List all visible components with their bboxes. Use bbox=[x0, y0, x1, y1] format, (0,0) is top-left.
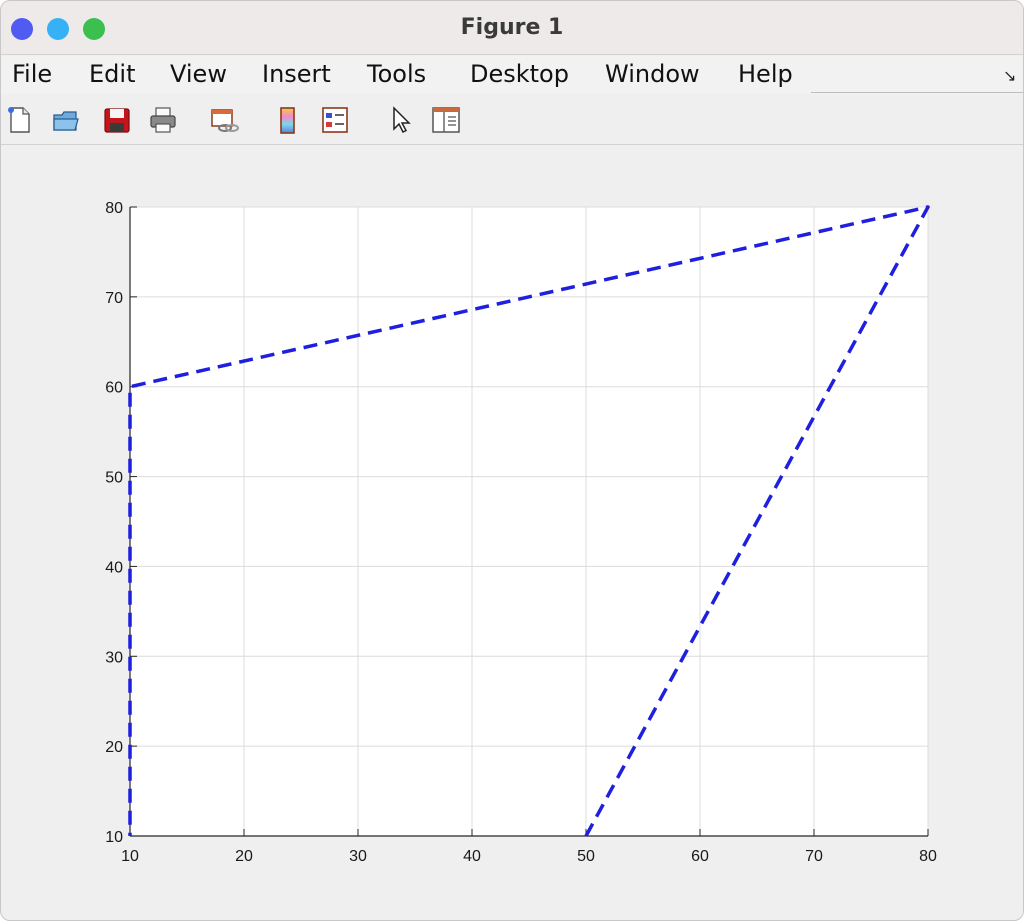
menu-view[interactable]: View bbox=[170, 60, 227, 88]
pointer-icon[interactable] bbox=[386, 105, 416, 135]
x-tick-labels: 10 20 30 40 50 60 70 80 bbox=[121, 848, 937, 865]
menu-tools[interactable]: Tools bbox=[367, 60, 426, 88]
open-file-icon[interactable] bbox=[51, 105, 81, 135]
y-tick-label: 30 bbox=[105, 649, 123, 666]
menu-bar: File Edit View Insert Tools Desktop Wind… bbox=[1, 56, 1023, 94]
y-tick-label: 50 bbox=[105, 470, 123, 487]
colorbar-icon[interactable] bbox=[273, 105, 303, 135]
x-tick-label: 70 bbox=[805, 848, 823, 865]
line-chart[interactable]: 10 20 30 40 50 60 70 80 10 20 30 40 50 60 70 80 bbox=[1, 146, 1024, 921]
menu-insert[interactable]: Insert bbox=[262, 60, 331, 88]
x-tick-label: 10 bbox=[121, 848, 139, 865]
x-tick-label: 20 bbox=[235, 848, 253, 865]
menu-file[interactable]: File bbox=[12, 60, 52, 88]
save-icon[interactable] bbox=[102, 105, 132, 135]
axes-area: 10 20 30 40 50 60 70 80 10 20 30 40 50 60 70 80 bbox=[1, 146, 1024, 921]
menu-window[interactable]: Window bbox=[605, 60, 700, 88]
y-tick-label: 40 bbox=[105, 559, 123, 576]
menu-divider bbox=[811, 92, 1023, 93]
x-tick-label: 30 bbox=[349, 848, 367, 865]
new-figure-icon[interactable] bbox=[4, 105, 34, 135]
plot-area bbox=[130, 207, 928, 836]
figure-window: Figure 1 File Edit View Insert Tools Des… bbox=[0, 0, 1024, 921]
y-tick-label: 20 bbox=[105, 739, 123, 756]
x-tick-label: 80 bbox=[919, 848, 937, 865]
y-tick-label: 80 bbox=[105, 200, 123, 217]
title-bar: Figure 1 bbox=[1, 1, 1023, 55]
x-tick-label: 40 bbox=[463, 848, 481, 865]
property-inspector-icon[interactable] bbox=[431, 105, 461, 135]
menu-help[interactable]: Help bbox=[738, 60, 793, 88]
menu-desktop[interactable]: Desktop bbox=[470, 60, 569, 88]
x-tick-label: 60 bbox=[691, 848, 709, 865]
dock-arrow-icon[interactable]: ↘ bbox=[1003, 66, 1016, 86]
toolbar bbox=[1, 95, 1023, 145]
y-tick-labels: 10 20 30 40 50 60 70 80 bbox=[105, 200, 123, 846]
x-tick-label: 50 bbox=[577, 848, 595, 865]
legend-icon[interactable] bbox=[320, 105, 350, 135]
print-icon[interactable] bbox=[148, 105, 178, 135]
menu-edit[interactable]: Edit bbox=[89, 60, 135, 88]
window-title: Figure 1 bbox=[460, 15, 564, 40]
y-tick-label: 70 bbox=[105, 290, 123, 307]
y-tick-label: 10 bbox=[105, 829, 123, 846]
y-tick-label: 60 bbox=[105, 380, 123, 397]
link-plot-icon[interactable] bbox=[209, 105, 239, 135]
